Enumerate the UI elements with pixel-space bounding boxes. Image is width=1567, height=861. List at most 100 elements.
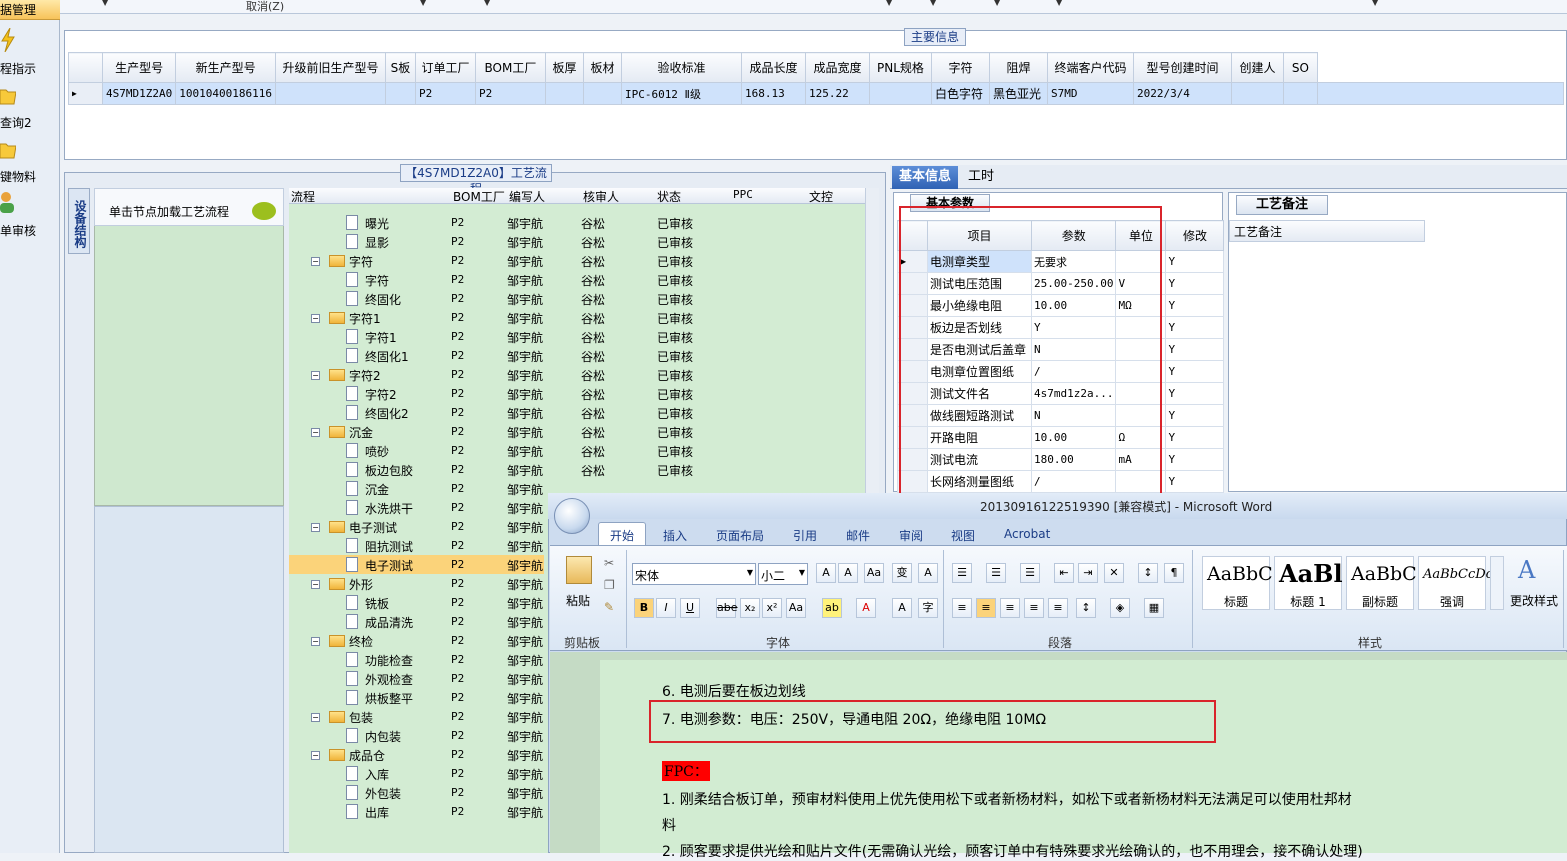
nav-item-query[interactable]: 查询2 bbox=[0, 82, 60, 132]
column-header[interactable]: 文控 bbox=[809, 188, 833, 205]
doc-line[interactable]: 1. 刚柔结合板订单，预审材料使用上优先使用松下或者新杨材料，如松下或者新杨材料… bbox=[662, 789, 1352, 809]
font-size-select[interactable]: 小二 ▼ bbox=[758, 563, 808, 585]
column-header[interactable]: 板材 bbox=[582, 52, 622, 83]
param-modify[interactable]: Y bbox=[1165, 448, 1225, 471]
table-cell[interactable]: P2 bbox=[474, 82, 546, 105]
param-modify[interactable]: Y bbox=[1165, 404, 1225, 427]
collapse-icon[interactable]: − bbox=[311, 580, 320, 589]
tree-row[interactable]: 水洗烘干 P2 邹宇航 bbox=[289, 498, 543, 517]
cut-icon[interactable]: ✂ bbox=[604, 556, 614, 570]
column-header[interactable]: BOM工厂 bbox=[453, 188, 505, 205]
collapse-icon[interactable]: − bbox=[311, 314, 320, 323]
param-modify[interactable]: Y bbox=[1165, 294, 1225, 317]
align-right-icon[interactable]: ≡ bbox=[1000, 598, 1020, 618]
doc-line[interactable]: 6. 电测后要在板边划线 bbox=[662, 681, 806, 701]
tab-view[interactable]: 视图 bbox=[951, 527, 975, 544]
change-case-button[interactable]: Aa bbox=[786, 598, 806, 618]
tree-row[interactable]: − 字符1 P2 邹宇航 谷松 已审核 bbox=[289, 308, 693, 327]
column-header[interactable]: 编写人 bbox=[509, 188, 545, 205]
enclose-char-button[interactable]: 字 bbox=[918, 598, 938, 618]
tree-row[interactable]: − 成品仓 P2 邹宇航 bbox=[289, 745, 543, 764]
tree-row[interactable]: 喷砂 P2 邹宇航 谷松 已审核 bbox=[289, 441, 693, 460]
justify-icon[interactable]: ≡ bbox=[1024, 598, 1044, 618]
doc-heading-fpc[interactable]: FPC： bbox=[662, 761, 710, 781]
process-note-header[interactable]: 工艺备注 bbox=[1229, 220, 1425, 242]
superscript-button[interactable]: x² bbox=[762, 598, 782, 618]
change-styles-icon[interactable]: A bbox=[1518, 556, 1535, 584]
grow-font-icon[interactable]: A bbox=[816, 563, 836, 583]
column-header[interactable]: 修改 bbox=[1165, 220, 1225, 251]
numbering-icon[interactable]: ☰ bbox=[986, 563, 1006, 583]
paste-button[interactable]: 粘贴 bbox=[566, 592, 590, 609]
table-cell[interactable]: P2 bbox=[414, 82, 476, 105]
table-cell[interactable]: 4S7MD1Z2A0 bbox=[101, 82, 177, 105]
table-cell[interactable] bbox=[1282, 82, 1318, 105]
column-header[interactable]: 生产型号 bbox=[101, 52, 177, 83]
highlight-color-button[interactable]: ab bbox=[822, 598, 842, 618]
param-modify[interactable]: Y bbox=[1165, 382, 1225, 405]
tab-review[interactable]: 审阅 bbox=[899, 527, 923, 544]
collapse-icon[interactable]: − bbox=[311, 257, 320, 266]
tab-references[interactable]: 引用 bbox=[793, 527, 817, 544]
column-header[interactable]: PPC bbox=[733, 188, 753, 201]
office-button[interactable] bbox=[554, 498, 590, 534]
copy-icon[interactable]: ❐ bbox=[604, 578, 615, 592]
chevron-down-icon[interactable]: ▼ bbox=[886, 0, 892, 7]
tab-page-layout[interactable]: 页面布局 bbox=[716, 527, 764, 544]
column-header[interactable]: BOM工厂 bbox=[474, 52, 546, 83]
column-header[interactable]: 状态 bbox=[657, 188, 681, 205]
table-cell[interactable] bbox=[544, 82, 584, 105]
show-marks-icon[interactable]: ¶ bbox=[1164, 563, 1184, 583]
chevron-down-icon[interactable]: ▼ bbox=[420, 0, 426, 7]
nav-item-review[interactable]: 单审核 bbox=[0, 190, 60, 240]
column-header[interactable]: 创建人 bbox=[1230, 52, 1284, 83]
column-header[interactable]: 验收标准 bbox=[620, 52, 742, 83]
table-cell[interactable] bbox=[868, 82, 932, 105]
doc-line[interactable]: 2. 顾客要求提供光绘和贴片文件(无需确认光绘，顾客订单中有特殊要求光绘确认的，… bbox=[662, 841, 1363, 861]
column-header[interactable]: PNL规格 bbox=[868, 52, 932, 83]
format-painter-icon[interactable]: ✎ bbox=[604, 600, 614, 614]
tree-row[interactable]: − 字符2 P2 邹宇航 谷松 已审核 bbox=[289, 365, 693, 384]
tree-row[interactable]: 阻抗测试 P2 邹宇航 bbox=[289, 536, 543, 555]
change-styles-button[interactable]: 更改样式 bbox=[1510, 592, 1558, 609]
nav-item-material[interactable]: 键物料 bbox=[0, 136, 60, 186]
collapse-icon[interactable]: − bbox=[311, 637, 320, 646]
tree-row[interactable]: − 终检 P2 邹宇航 bbox=[289, 631, 543, 650]
table-cell[interactable]: 10010400186116 bbox=[175, 82, 276, 105]
tree-row[interactable]: 出库 P2 邹宇航 bbox=[289, 802, 543, 821]
table-cell[interactable] bbox=[384, 82, 416, 105]
tab-insert[interactable]: 插入 bbox=[663, 527, 687, 544]
char-border-icon[interactable]: A bbox=[918, 563, 938, 583]
tree-row[interactable]: − 外形 P2 邹宇航 bbox=[289, 574, 543, 593]
char-shading-button[interactable]: A bbox=[892, 598, 912, 618]
bullets-icon[interactable]: ☰ bbox=[952, 563, 972, 583]
tree-row[interactable]: 字符 P2 邹宇航 谷松 已审核 bbox=[289, 270, 693, 289]
tree-row[interactable]: − 沉金 P2 邹宇航 谷松 已审核 bbox=[289, 422, 693, 441]
tree-row[interactable]: 显影 P2 邹宇航 谷松 已审核 bbox=[289, 232, 693, 251]
tree-row[interactable]: 终固化1 P2 邹宇航 谷松 已审核 bbox=[289, 346, 693, 365]
tree-row[interactable]: 外包装 P2 邹宇航 bbox=[289, 783, 543, 802]
column-header[interactable]: 流程 bbox=[291, 188, 315, 205]
column-header[interactable]: S板 bbox=[384, 52, 416, 83]
tab-work-hours[interactable]: 工时 bbox=[966, 166, 996, 189]
tree-row[interactable]: − 字符 P2 邹宇航 谷松 已审核 bbox=[289, 251, 693, 270]
column-header[interactable]: 成品宽度 bbox=[804, 52, 870, 83]
param-modify[interactable]: Y bbox=[1165, 338, 1225, 361]
cancel-button[interactable]: 取消(Z) bbox=[246, 0, 284, 14]
bold-button[interactable]: B bbox=[634, 598, 654, 618]
table-cell[interactable]: 125.22 bbox=[804, 82, 870, 105]
column-header[interactable]: 订单工厂 bbox=[414, 52, 476, 83]
table-cell[interactable]: S7MD bbox=[1046, 82, 1134, 105]
increase-indent-icon[interactable]: ⇥ bbox=[1078, 563, 1098, 583]
tree-row[interactable]: 字符2 P2 邹宇航 谷松 已审核 bbox=[289, 384, 693, 403]
tree-row[interactable]: 入库 P2 邹宇航 bbox=[289, 764, 543, 783]
subscript-button[interactable]: x₂ bbox=[740, 598, 760, 618]
paste-icon[interactable] bbox=[566, 556, 592, 584]
table-row[interactable]: ▶ 4S7MD1Z2A0 10010400186116 P2 P2 IPC-60… bbox=[68, 82, 1564, 105]
strikethrough-button[interactable]: abe bbox=[716, 598, 738, 618]
table-cell[interactable] bbox=[274, 82, 386, 105]
collapse-icon[interactable]: − bbox=[311, 751, 320, 760]
left-nav-header[interactable]: 据管理 bbox=[0, 0, 60, 20]
align-left-icon[interactable]: ≡ bbox=[952, 598, 972, 618]
table-cell[interactable]: 168.13 bbox=[740, 82, 806, 105]
